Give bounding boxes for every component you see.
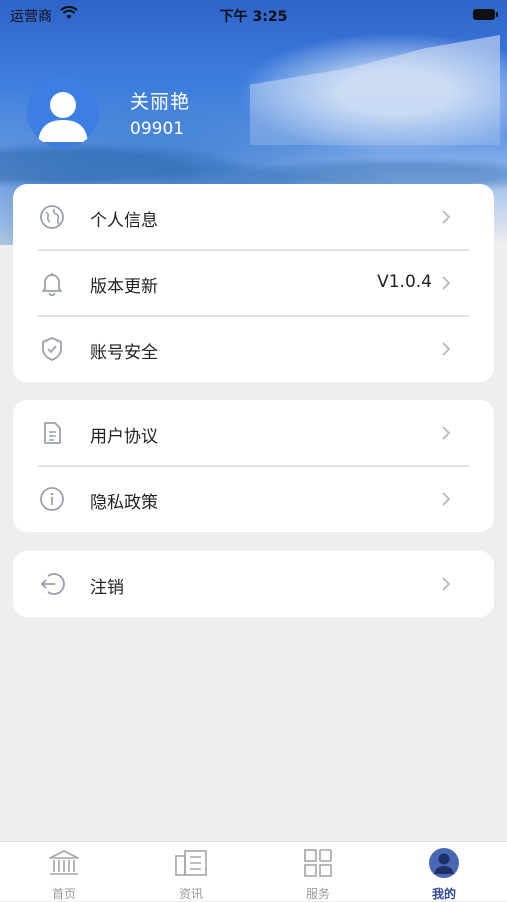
- menu-item-user-agreement[interactable]: 用户协议: [13, 400, 494, 466]
- globe-icon: [39, 204, 65, 230]
- chevron-right-icon: [438, 491, 454, 507]
- settings-card-logout: 注销: [13, 551, 494, 617]
- document-icon: [39, 420, 65, 446]
- grid-icon: [300, 847, 336, 879]
- user-name: 关丽艳: [130, 91, 191, 113]
- menu-item-version-update[interactable]: 版本更新 V1.0.4: [13, 250, 494, 316]
- campus-building-image: [250, 35, 500, 145]
- tab-label: 资讯: [178, 887, 203, 901]
- bell-icon: [39, 270, 65, 297]
- tab-profile[interactable]: 我的: [404, 842, 484, 901]
- info-icon: [39, 486, 65, 512]
- tab-label: 首页: [51, 887, 76, 901]
- menu-item-label: 账号安全: [90, 343, 158, 363]
- version-value: V1.0.4: [377, 272, 432, 292]
- person-icon: [38, 92, 88, 142]
- tab-label: 服务: [305, 887, 330, 901]
- bottom-tab-bar: 首页 资讯 服务 我的: [0, 841, 507, 901]
- chevron-right-icon: [438, 576, 454, 592]
- user-id: 09901: [130, 119, 185, 139]
- menu-item-logout[interactable]: 注销: [13, 551, 494, 617]
- menu-item-label: 版本更新: [90, 277, 158, 297]
- news-icon: [173, 847, 209, 879]
- chevron-right-icon: [438, 275, 454, 291]
- settings-card-legal: 用户协议 隐私政策: [13, 400, 494, 532]
- menu-item-account-security[interactable]: 账号安全: [13, 316, 494, 382]
- menu-item-label: 注销: [90, 578, 124, 598]
- clock: 下午 3:25: [219, 9, 288, 25]
- tab-label: 我的: [431, 887, 456, 901]
- tab-services[interactable]: 服务: [278, 842, 358, 901]
- menu-item-privacy-policy[interactable]: 隐私政策: [13, 466, 494, 532]
- avatar[interactable]: [27, 76, 99, 148]
- chevron-right-icon: [438, 341, 454, 357]
- home-icon: [46, 847, 82, 879]
- profile-icon: [426, 847, 462, 879]
- chevron-right-icon: [438, 425, 454, 441]
- tab-news[interactable]: 资讯: [151, 842, 231, 901]
- settings-card-account: 个人信息 版本更新 V1.0.4 账号安全: [13, 184, 494, 382]
- chevron-right-icon: [438, 209, 454, 225]
- menu-item-label: 用户协议: [90, 427, 158, 447]
- logout-icon: [39, 571, 65, 597]
- battery-icon: [473, 9, 498, 20]
- status-bar: 运营商 下午 3:25: [0, 0, 507, 28]
- menu-item-personal-info[interactable]: 个人信息: [13, 184, 494, 250]
- tab-home[interactable]: 首页: [24, 842, 104, 901]
- shield-icon: [39, 336, 65, 362]
- menu-item-label: 个人信息: [90, 211, 158, 231]
- menu-item-label: 隐私政策: [90, 493, 158, 513]
